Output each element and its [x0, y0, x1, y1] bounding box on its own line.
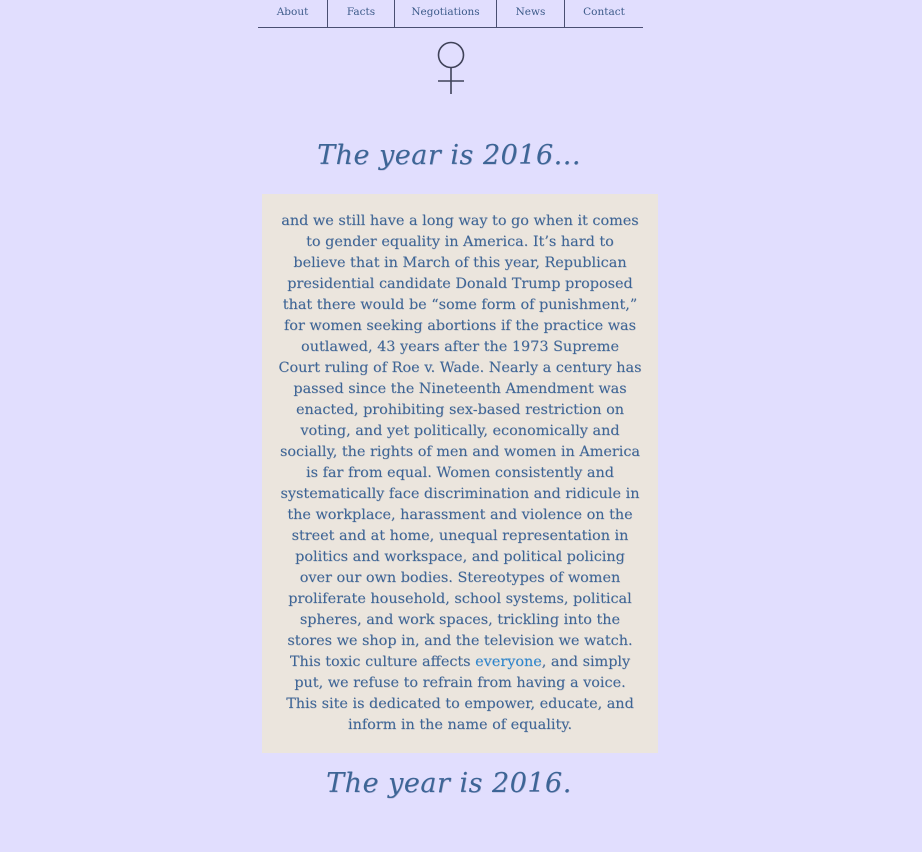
top-navigation: About Facts Negotiations News Contact — [258, 0, 643, 28]
venus-symbol-icon — [437, 41, 465, 94]
nav-item-news[interactable]: News — [497, 0, 565, 27]
intro-text-start: and we still have a long way to go when … — [278, 213, 642, 670]
nav-item-about[interactable]: About — [258, 0, 328, 27]
everyone-link[interactable]: everyone — [475, 654, 542, 670]
intro-panel: and we still have a long way to go when … — [262, 194, 658, 753]
nav-item-negotiations[interactable]: Negotiations — [395, 0, 497, 27]
nav-item-facts[interactable]: Facts — [328, 0, 395, 27]
intro-heading: The year is 2016... — [317, 140, 581, 171]
nav-item-contact[interactable]: Contact — [565, 0, 643, 27]
closing-heading: The year is 2016. — [326, 768, 572, 799]
intro-paragraph: and we still have a long way to go when … — [278, 211, 642, 736]
